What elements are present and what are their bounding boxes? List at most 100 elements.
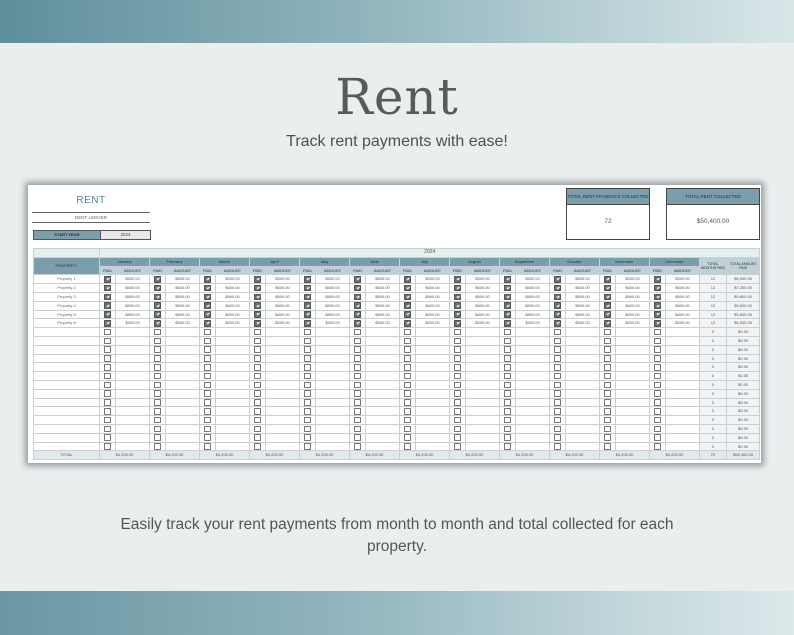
property-name[interactable] (33, 371, 100, 381)
amount-cell[interactable]: $800.00 (215, 309, 250, 320)
start-year-input[interactable]: 2024 (100, 230, 151, 240)
amount-cell[interactable] (215, 379, 250, 390)
checkbox-icon[interactable] (504, 399, 511, 406)
amount-cell[interactable] (365, 344, 400, 355)
amount-cell[interactable] (615, 327, 650, 337)
amount-cell[interactable] (115, 432, 150, 443)
checkbox-checked-icon[interactable] (404, 311, 411, 318)
amount-cell[interactable] (665, 406, 700, 417)
checkbox-icon[interactable] (554, 355, 561, 362)
checkbox-checked-icon[interactable] (304, 320, 311, 327)
amount-cell[interactable] (465, 406, 500, 417)
amount-cell[interactable]: $500.00 (515, 318, 550, 329)
checkbox-icon[interactable] (204, 337, 211, 345)
checkbox-icon[interactable] (104, 346, 111, 353)
amount-cell[interactable]: $800.00 (115, 300, 150, 311)
amount-cell[interactable]: $800.00 (215, 291, 250, 302)
checkbox-checked-icon[interactable] (504, 293, 511, 301)
amount-cell[interactable]: $800.00 (215, 300, 250, 311)
amount-cell[interactable]: $600.00 (665, 283, 700, 293)
checkbox-checked-icon[interactable] (254, 311, 261, 318)
checkbox-icon[interactable] (204, 328, 211, 336)
amount-cell[interactable] (315, 423, 350, 434)
amount-cell[interactable]: $800.00 (565, 291, 600, 302)
amount-cell[interactable] (665, 388, 700, 399)
amount-cell[interactable] (165, 415, 200, 425)
amount-cell[interactable] (565, 423, 600, 434)
amount-cell[interactable]: $800.00 (265, 300, 300, 311)
property-name[interactable] (33, 406, 100, 417)
amount-cell[interactable] (215, 388, 250, 399)
amount-cell[interactable] (565, 371, 600, 381)
checkbox-icon[interactable] (404, 337, 411, 345)
amount-cell[interactable] (615, 406, 650, 417)
checkbox-icon[interactable] (354, 337, 361, 345)
amount-cell[interactable] (215, 415, 250, 425)
amount-cell[interactable]: $500.00 (365, 318, 400, 329)
amount-cell[interactable]: $800.00 (165, 300, 200, 311)
checkbox-icon[interactable] (104, 443, 111, 450)
checkbox-icon[interactable] (304, 408, 311, 415)
checkbox-icon[interactable] (104, 434, 111, 441)
amount-cell[interactable] (465, 371, 500, 381)
checkbox-icon[interactable] (104, 364, 111, 371)
checkbox-icon[interactable] (254, 381, 261, 389)
checkbox-icon[interactable] (604, 443, 611, 450)
amount-cell[interactable]: $500.00 (565, 318, 600, 329)
checkbox-checked-icon[interactable] (204, 311, 211, 318)
amount-cell[interactable]: $500.00 (365, 274, 400, 285)
amount-cell[interactable]: $500.00 (115, 274, 150, 285)
amount-cell[interactable]: $800.00 (165, 291, 200, 302)
amount-cell[interactable] (565, 432, 600, 443)
checkbox-checked-icon[interactable] (104, 320, 111, 327)
checkbox-icon[interactable] (254, 408, 261, 415)
checkbox-checked-icon[interactable] (354, 293, 361, 301)
amount-cell[interactable]: $800.00 (665, 291, 700, 302)
checkbox-icon[interactable] (554, 372, 561, 380)
amount-cell[interactable] (665, 353, 700, 364)
amount-cell[interactable] (165, 353, 200, 364)
checkbox-icon[interactable] (204, 364, 211, 371)
amount-cell[interactable] (565, 344, 600, 355)
amount-cell[interactable] (365, 388, 400, 399)
checkbox-icon[interactable] (204, 408, 211, 415)
checkbox-icon[interactable] (554, 337, 561, 345)
checkbox-icon[interactable] (654, 381, 661, 389)
checkbox-icon[interactable] (504, 443, 511, 450)
amount-cell[interactable]: $500.00 (465, 318, 500, 329)
amount-cell[interactable] (265, 423, 300, 434)
checkbox-icon[interactable] (304, 381, 311, 389)
checkbox-checked-icon[interactable] (204, 302, 211, 309)
amount-cell[interactable]: $500.00 (265, 318, 300, 329)
checkbox-checked-icon[interactable] (504, 311, 511, 318)
checkbox-icon[interactable] (604, 372, 611, 380)
checkbox-checked-icon[interactable] (354, 276, 361, 283)
checkbox-icon[interactable] (254, 355, 261, 362)
checkbox-icon[interactable] (354, 364, 361, 371)
checkbox-checked-icon[interactable] (254, 276, 261, 283)
checkbox-icon[interactable] (654, 372, 661, 380)
checkbox-checked-icon[interactable] (304, 284, 311, 292)
amount-cell[interactable] (615, 362, 650, 373)
amount-cell[interactable] (415, 388, 450, 399)
checkbox-icon[interactable] (454, 434, 461, 441)
amount-cell[interactable]: $800.00 (315, 291, 350, 302)
amount-cell[interactable] (665, 362, 700, 373)
amount-cell[interactable] (315, 441, 350, 452)
amount-cell[interactable] (465, 432, 500, 443)
checkbox-icon[interactable] (504, 408, 511, 415)
checkbox-icon[interactable] (404, 399, 411, 406)
checkbox-icon[interactable] (554, 399, 561, 406)
amount-cell[interactable] (415, 335, 450, 346)
checkbox-icon[interactable] (254, 328, 261, 336)
checkbox-icon[interactable] (504, 381, 511, 389)
amount-cell[interactable] (215, 353, 250, 364)
amount-cell[interactable]: $600.00 (415, 283, 450, 293)
checkbox-icon[interactable] (454, 425, 461, 433)
amount-cell[interactable] (615, 371, 650, 381)
amount-cell[interactable] (265, 406, 300, 417)
checkbox-icon[interactable] (554, 346, 561, 353)
checkbox-checked-icon[interactable] (104, 276, 111, 283)
checkbox-checked-icon[interactable] (154, 284, 161, 292)
checkbox-icon[interactable] (354, 425, 361, 433)
